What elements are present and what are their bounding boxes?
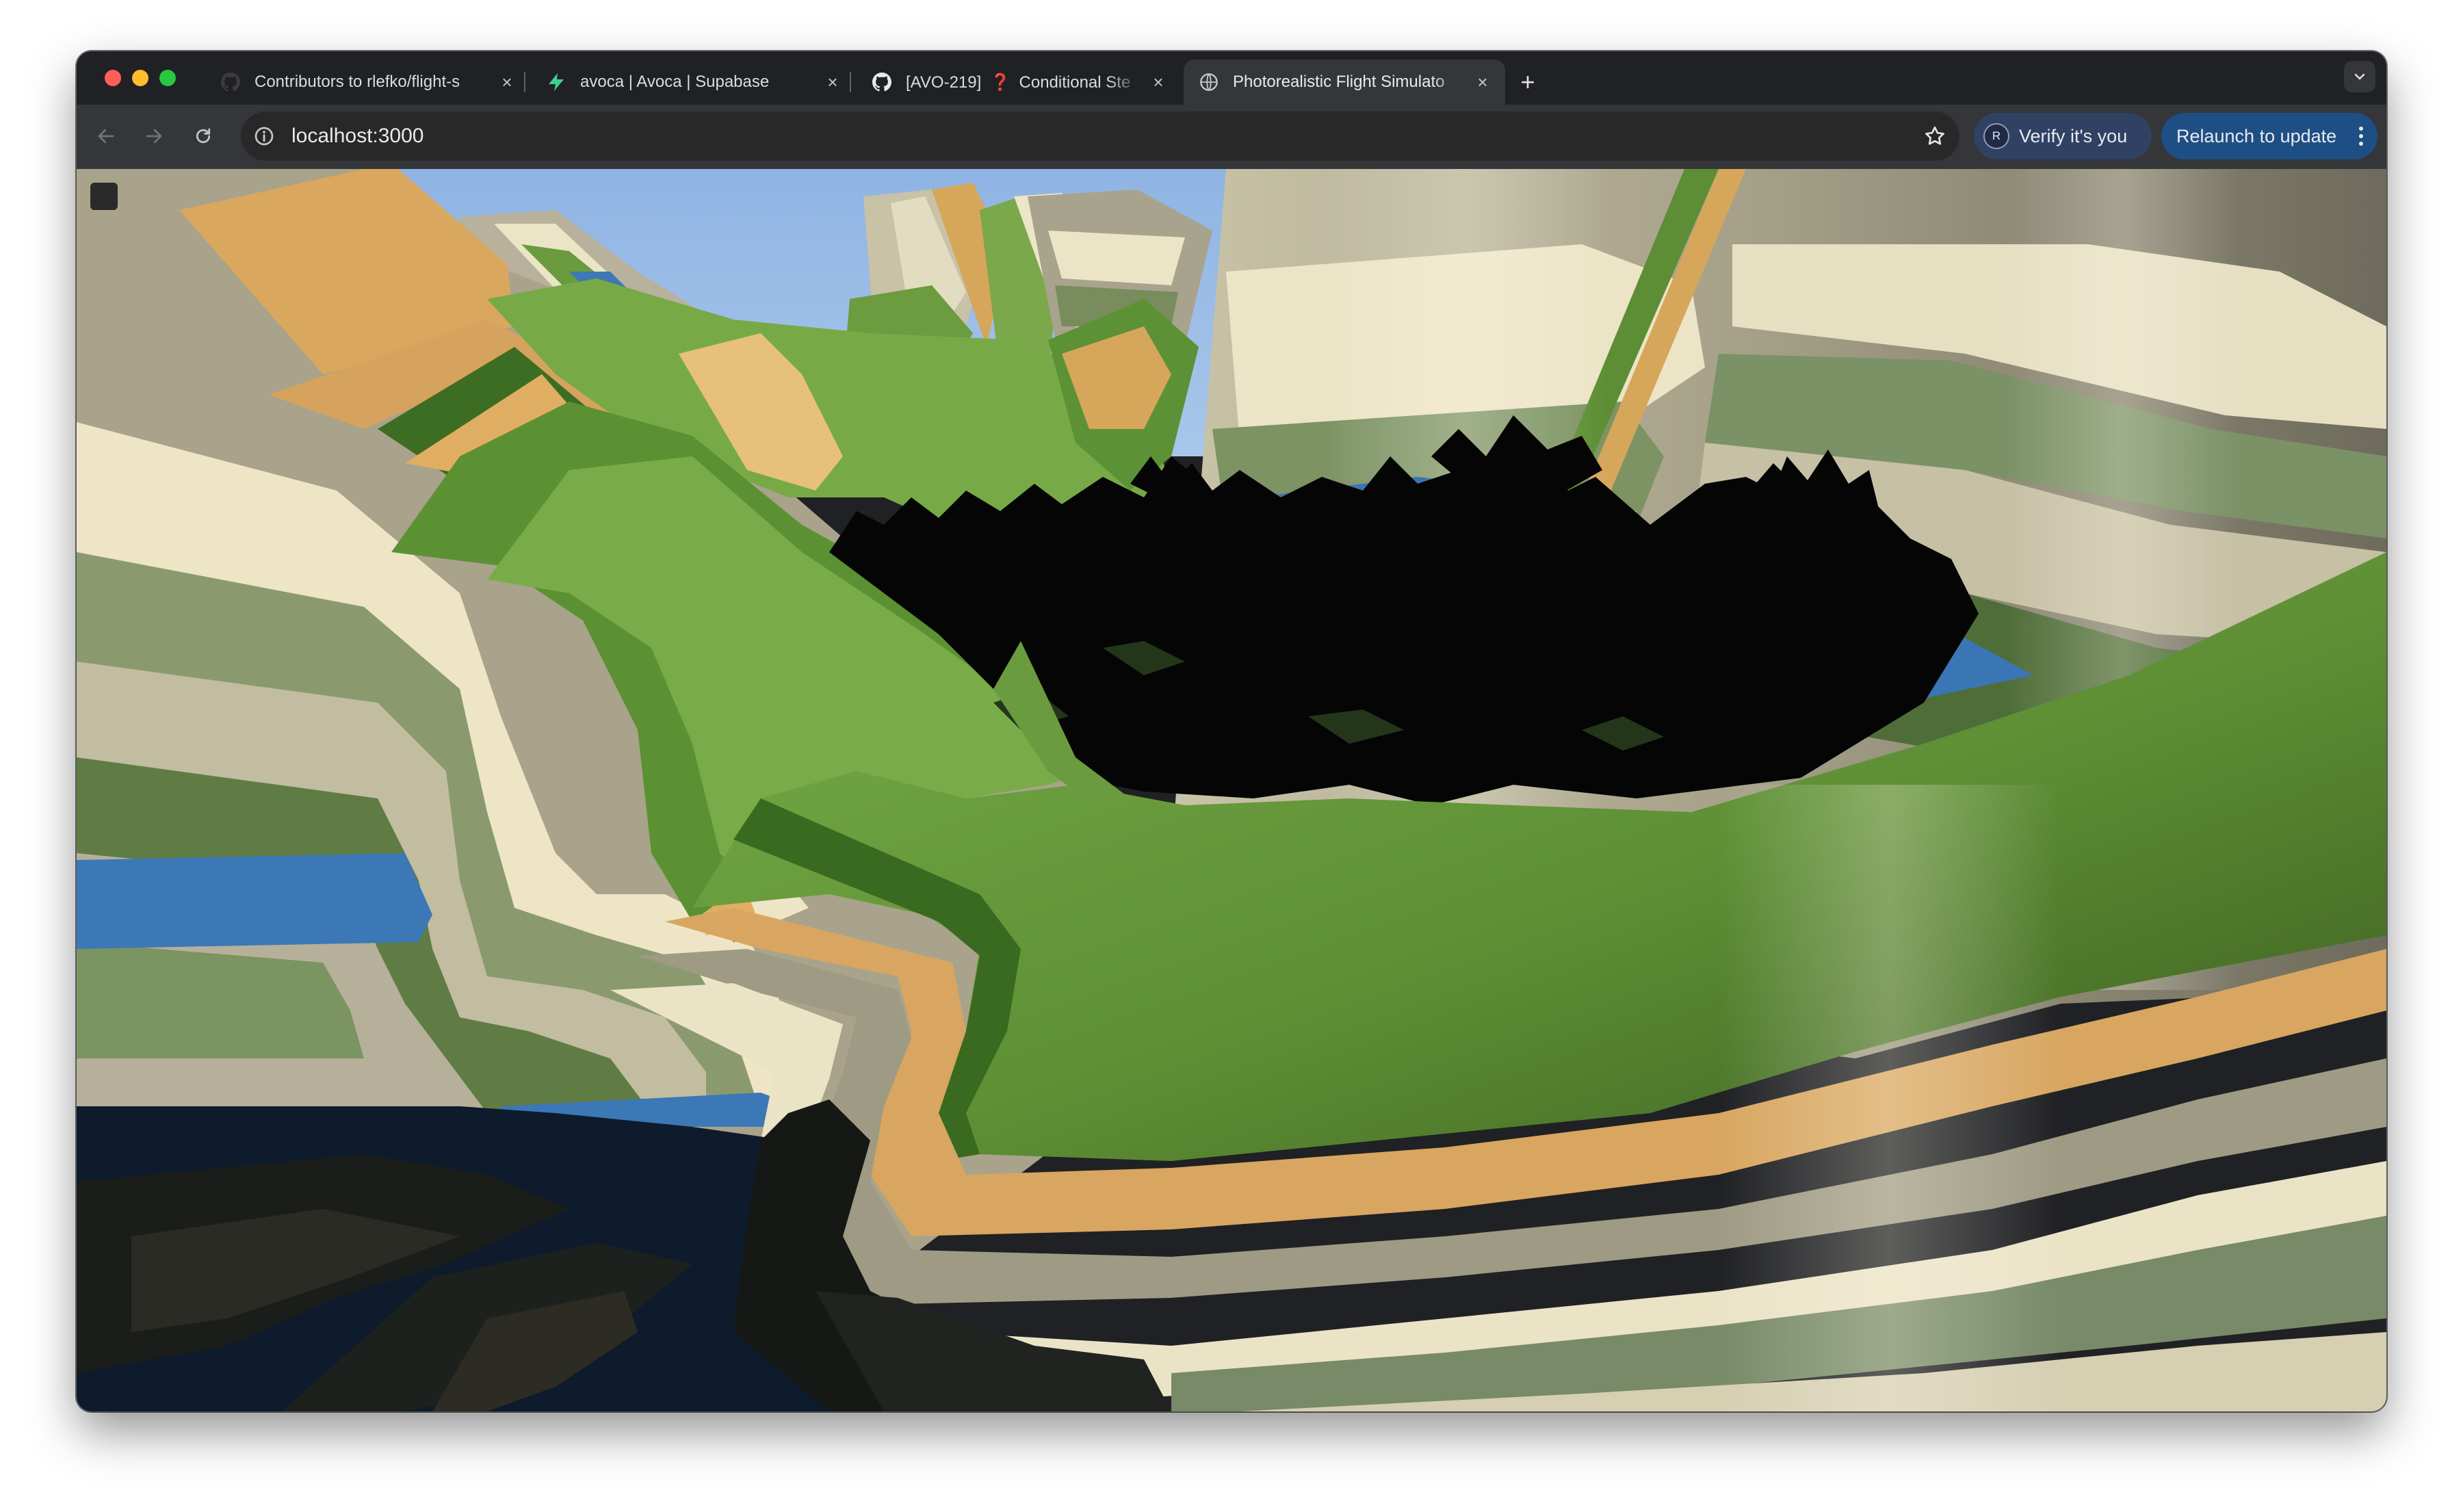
arrow-right-icon (146, 129, 162, 144)
minimize-window-button[interactable] (132, 70, 148, 86)
terrain-scene[interactable] (77, 169, 2386, 1411)
close-tab-icon[interactable]: × (497, 72, 517, 92)
reload-button[interactable] (187, 120, 219, 152)
verify-label: Verify it's you (2019, 125, 2128, 146)
stats-overlay-toggle[interactable] (90, 183, 118, 210)
globe-icon (1199, 72, 1219, 92)
address-bar[interactable]: localhost:3000 (241, 112, 1959, 161)
back-button[interactable] (90, 120, 122, 152)
tab-contributors[interactable]: Contributors to rlefko/flight-s × (205, 60, 530, 105)
tab-title-prefix: [AVO-219] (906, 73, 982, 92)
browser-window: Contributors to rlefko/flight-s × avoca … (77, 51, 2386, 1411)
close-window-button[interactable] (105, 70, 121, 86)
tab-search-button[interactable] (2344, 61, 2375, 92)
tab-title-suffix: Conditional Ste (1019, 73, 1131, 92)
tab-flight-simulator[interactable]: Photorealistic Flight Simulato × (1184, 60, 1505, 105)
relaunch-label: Relaunch to update (2176, 125, 2337, 146)
site-info-icon[interactable] (253, 125, 275, 147)
new-tab-button[interactable]: + (1511, 65, 1545, 99)
tab-strip: Contributors to rlefko/flight-s × avoca … (77, 51, 2386, 105)
arrow-left-icon (98, 129, 114, 144)
relaunch-update-button[interactable]: Relaunch to update (2161, 113, 2377, 159)
tab-title: Contributors to rlefko/flight-s (255, 73, 460, 91)
flight-simulator-viewport[interactable] (77, 169, 2386, 1411)
verify-identity-button[interactable]: R Verify it's you (1974, 113, 2152, 159)
tab-separator (524, 72, 525, 92)
more-vert-icon[interactable] (2357, 125, 2365, 147)
maximize-window-button[interactable] (159, 70, 176, 86)
tab-title: Photorealistic Flight Simulato (1233, 73, 1445, 91)
forward-button[interactable] (138, 120, 170, 152)
avatar: R (1983, 123, 2009, 149)
github-icon (872, 72, 892, 92)
tab-separator (850, 72, 851, 92)
url-text[interactable]: localhost:3000 (291, 112, 423, 161)
close-tab-icon[interactable]: × (1472, 72, 1493, 92)
chevron-down-icon (2354, 73, 2365, 80)
close-tab-icon[interactable]: × (822, 72, 843, 92)
tab-title: avoca | Avoca | Supabase (580, 73, 770, 91)
github-icon (220, 72, 241, 92)
avatar-letter: R (1992, 129, 2001, 142)
question-badge: ❓ (989, 73, 1011, 92)
browser-toolbar: localhost:3000 R Verify it's you Relaunc… (77, 105, 2386, 169)
supabase-bolt-icon (546, 72, 566, 92)
tab-avo-219[interactable]: [AVO-219] ❓ Conditional Ste × (857, 60, 1181, 105)
tab-title: [AVO-219] ❓ Conditional Ste (906, 73, 1143, 92)
reload-icon (196, 128, 211, 144)
bookmark-star-icon[interactable] (1923, 124, 1947, 148)
tab-supabase[interactable]: avoca | Avoca | Supabase × (531, 60, 855, 105)
close-tab-icon[interactable]: × (1148, 72, 1169, 92)
